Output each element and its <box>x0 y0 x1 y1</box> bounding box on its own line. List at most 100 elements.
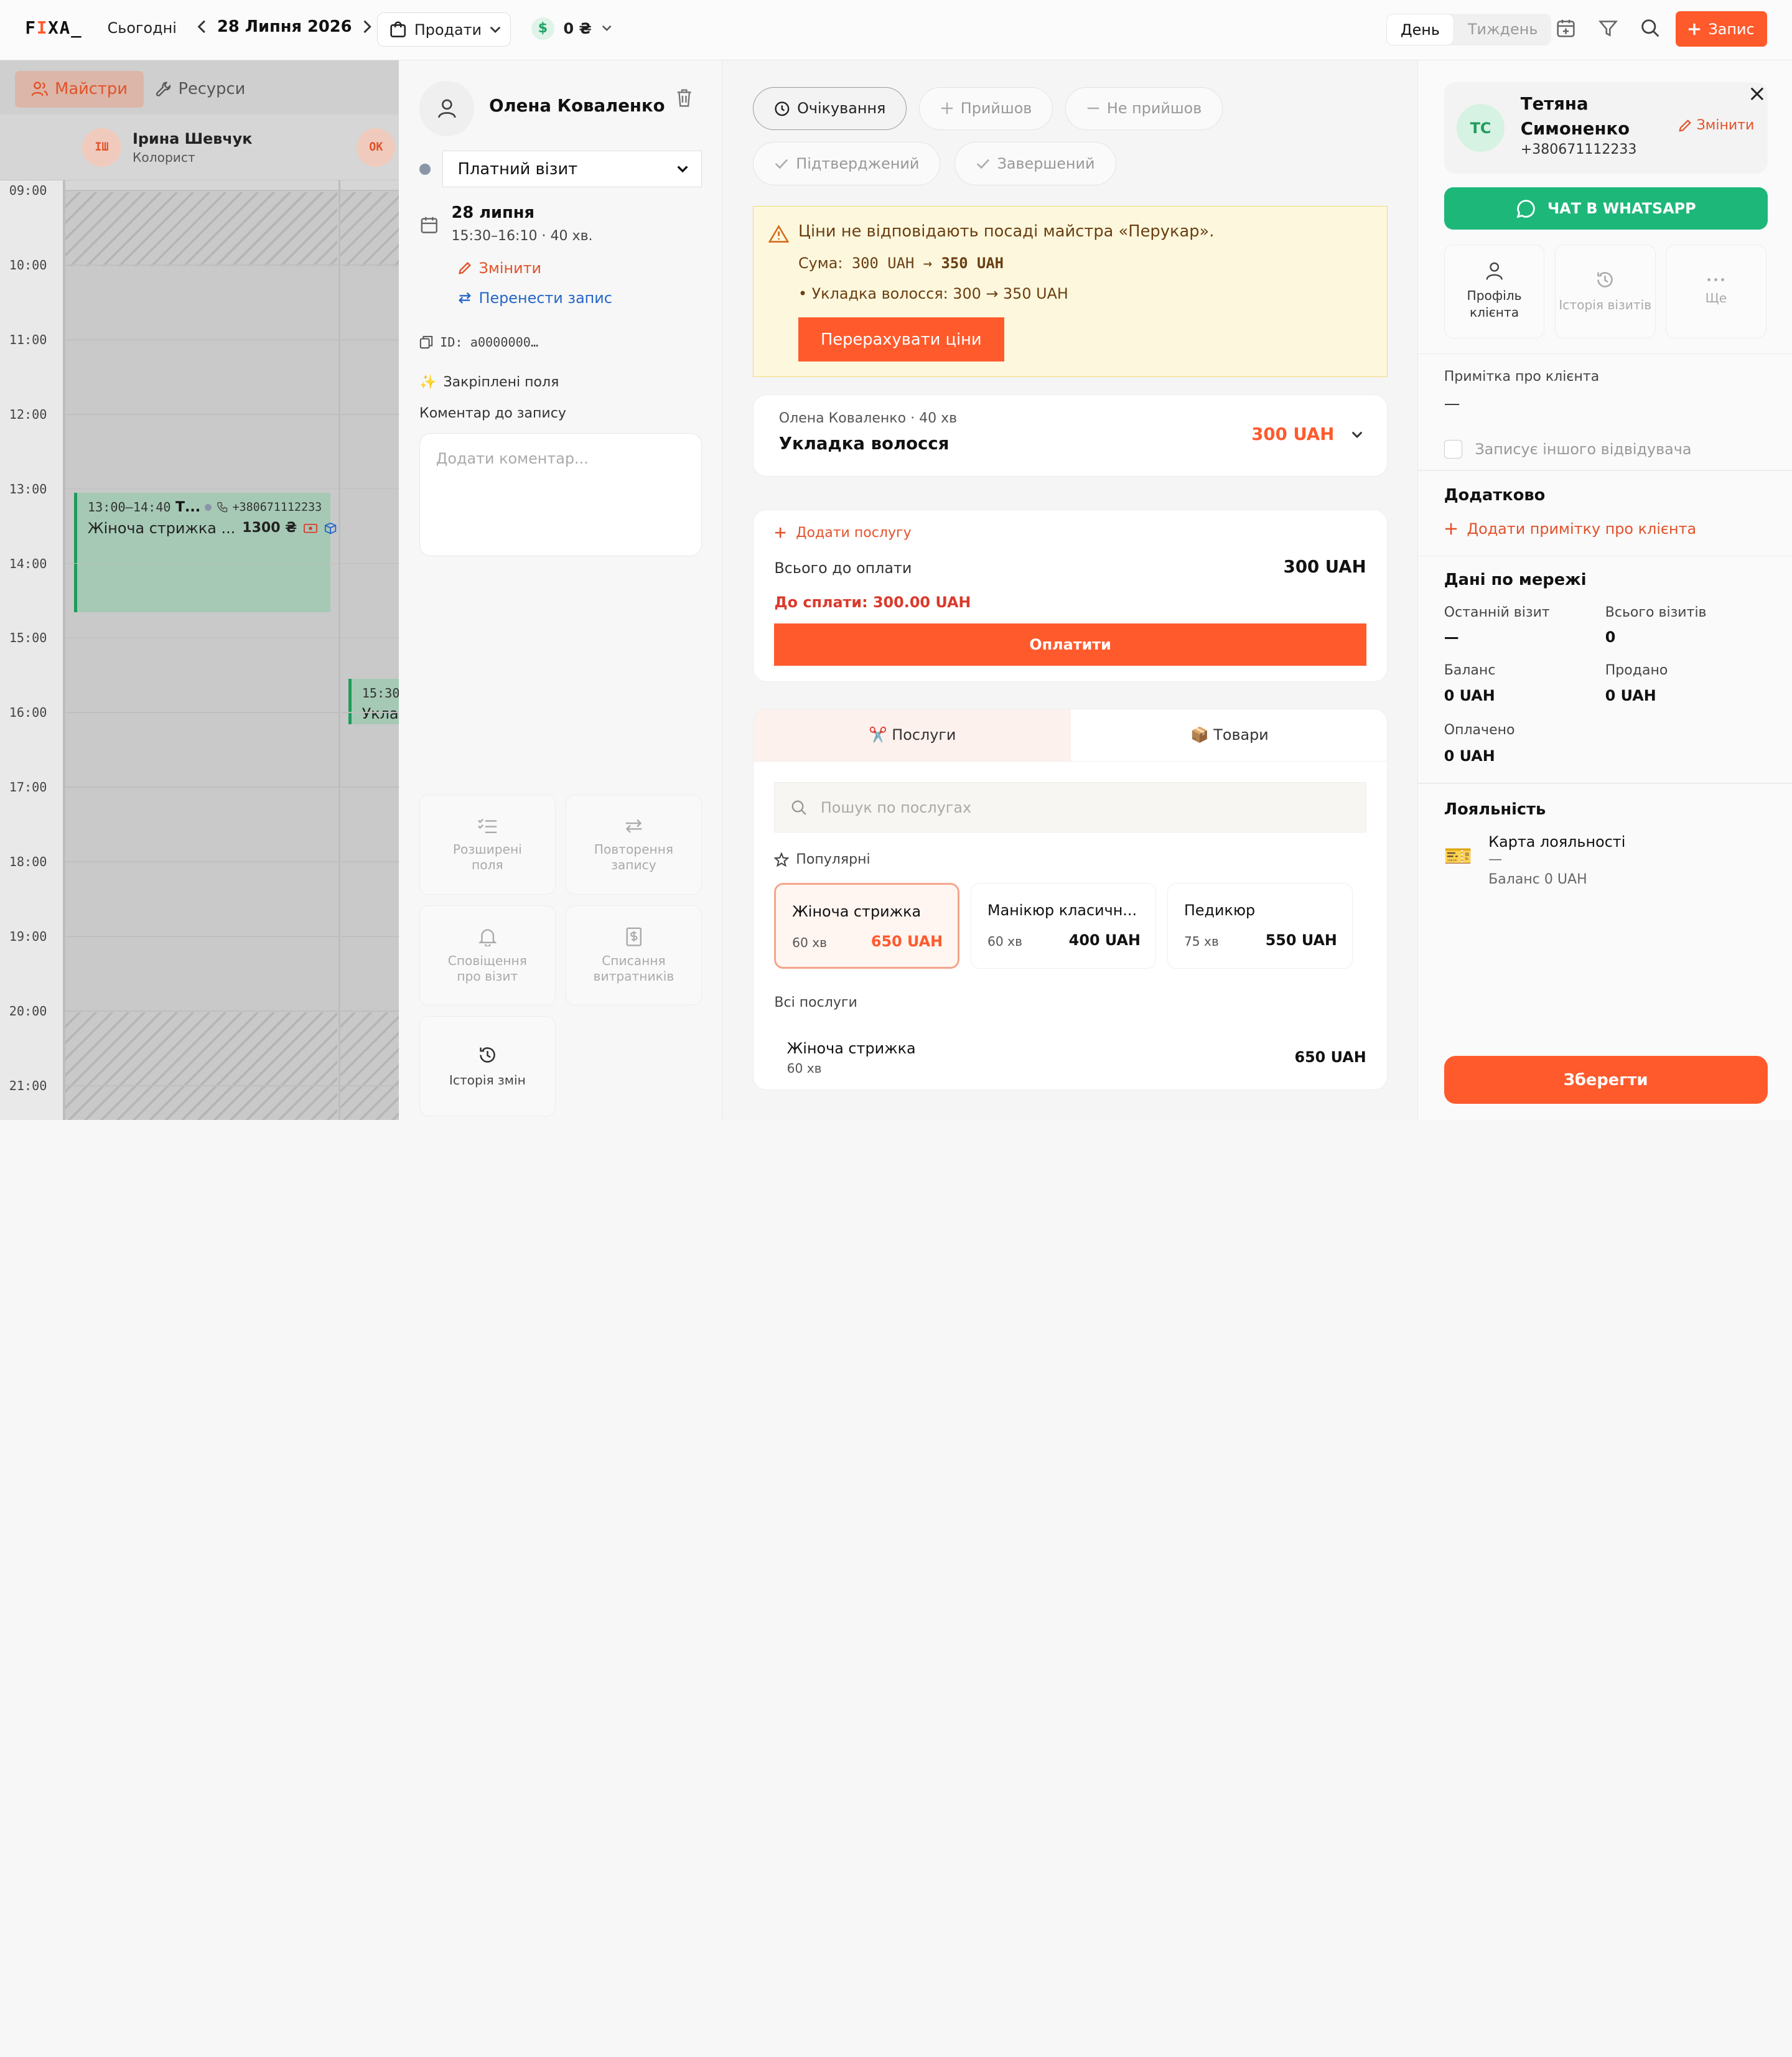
sum-arrow: → <box>923 254 933 272</box>
whatsapp-chat-button[interactable]: ЧАТ В WHATSAPP <box>1444 187 1768 230</box>
search-icon[interactable] <box>1640 18 1661 39</box>
popular-service-card[interactable]: Жіноча стрижка 60 хв 650 UAH <box>774 882 959 969</box>
tile-label: Історія візитів <box>1559 297 1652 312</box>
loyalty-balance: Баланс 0 UAH <box>1488 872 1587 888</box>
visit-client-name[interactable]: Олена Коваленко <box>489 96 665 116</box>
master-column-header[interactable]: ОК <box>357 114 396 181</box>
appointment-block-selected[interactable]: 15:30 Уклад <box>348 678 399 725</box>
edit-visit-link[interactable]: Змінити <box>457 259 541 277</box>
tab-services[interactable]: ✂️ Послуги <box>754 709 1071 762</box>
view-day-tab[interactable]: День <box>1386 14 1454 46</box>
status-completed[interactable]: Завершений <box>954 141 1116 185</box>
master-name: Ірина Шевчук <box>133 130 253 148</box>
status-confirmed[interactable]: Підтверджений <box>753 141 941 185</box>
cash-balance[interactable]: $ 0 ₴ <box>531 17 612 40</box>
chevron-right-icon[interactable] <box>361 19 372 35</box>
tab-goods[interactable]: 📦 Товари <box>1071 709 1387 761</box>
status-dot <box>205 503 212 511</box>
today-button[interactable]: Сьогодні <box>108 19 177 37</box>
visit-date: 28 липня <box>451 203 535 222</box>
sell-label: Продати <box>414 21 482 39</box>
warning-detail: • Укладка волосся: 300 → 350 UAH <box>798 285 1068 303</box>
sell-button[interactable]: Продати <box>377 12 511 47</box>
service-search-input[interactable]: Пошук по послугах <box>774 782 1366 833</box>
non-working-hours <box>340 192 399 266</box>
service-row-name[interactable]: Жіноча стрижка <box>787 1040 916 1057</box>
appointment-block[interactable]: 13:00–14:40 Т... +380671112233 Жіноча ст… <box>74 492 337 613</box>
pay-button[interactable]: Оплатити <box>774 623 1366 666</box>
view-week-tab[interactable]: Тиждень <box>1454 14 1551 45</box>
sum-new: 350 UAH <box>941 254 1004 272</box>
search-icon <box>791 800 807 816</box>
move-visit-link[interactable]: Перенести запис <box>457 289 612 307</box>
status-label: Прийшов <box>960 100 1032 118</box>
status-waiting[interactable]: Очікування <box>753 86 907 131</box>
close-icon[interactable] <box>1749 86 1765 102</box>
hour-line <box>65 861 399 863</box>
service-item[interactable]: Олена Коваленко · 40 хв Укладка волосся … <box>753 394 1388 477</box>
popular-service-card[interactable]: Манікюр класичн... 60 хв 400 UAH <box>971 882 1156 969</box>
notifications-tile[interactable]: Сповіщення про візит <box>419 905 556 1006</box>
repeat-visit-tile[interactable]: Повторення запису <box>566 794 702 895</box>
change-client-link[interactable]: Змінити <box>1678 118 1754 133</box>
tile-label: Сповіщення про візит <box>447 953 527 984</box>
tab-resources[interactable]: Ресурси <box>139 71 261 108</box>
balance-value: 0 UAH <box>1444 686 1495 704</box>
status-no-show[interactable]: Не прийшов <box>1065 86 1223 131</box>
popular-service-duration: 75 хв <box>1183 933 1219 949</box>
popular-service-card[interactable]: Педикюр 75 хв 550 UAH <box>1167 882 1353 969</box>
time-column <box>0 180 63 1120</box>
current-date[interactable]: 28 Липня 2026 <box>217 17 352 36</box>
note-value[interactable]: — <box>1444 394 1460 413</box>
extended-fields-tile[interactable]: Розширені поля <box>419 794 556 895</box>
change-client-label: Змінити <box>1696 118 1755 134</box>
view-switcher: День Тиждень <box>1386 14 1552 46</box>
appointment-price: 1300 ₴ <box>242 520 297 536</box>
schedule-grid[interactable] <box>65 189 399 1120</box>
visit-id[interactable]: ID: a0000000… <box>419 335 538 350</box>
trash-icon[interactable] <box>675 88 693 108</box>
other-visitor-checkbox[interactable]: Записує іншого відвідувача <box>1444 440 1692 459</box>
plus-icon <box>1687 22 1701 36</box>
calendar-add-icon[interactable] <box>1556 18 1576 39</box>
status-arrived[interactable]: Прийшов <box>918 86 1053 131</box>
visit-history-tile[interactable]: Історія візитів <box>1554 245 1656 338</box>
add-client-note-link[interactable]: Додати примітку про клієнта <box>1444 520 1696 538</box>
client-profile-tile[interactable]: Профіль клієнта <box>1444 245 1545 338</box>
history-tile[interactable]: Історія змін <box>419 1015 556 1117</box>
client-phone[interactable]: +380671112233 <box>1521 142 1637 157</box>
check-icon <box>774 157 789 170</box>
hour-line <box>65 786 399 788</box>
more-tile[interactable]: Ще <box>1666 245 1766 338</box>
consumables-tile[interactable]: Списання витратників <box>566 905 702 1006</box>
box-icon <box>324 522 337 534</box>
filter-icon[interactable] <box>1598 18 1618 39</box>
hour-line <box>65 712 399 714</box>
plus-icon <box>774 526 786 539</box>
user-icon <box>436 97 459 120</box>
chevron-down-icon[interactable] <box>1350 430 1364 439</box>
service-row-duration: 60 хв <box>786 1061 822 1076</box>
status-label: Очікування <box>797 100 886 118</box>
chevron-left-icon[interactable] <box>197 19 208 35</box>
add-service-link[interactable]: Додати послугу <box>774 525 912 541</box>
logo[interactable]: FIXA_ <box>25 18 82 38</box>
users-icon <box>31 81 49 97</box>
new-record-button[interactable]: Запис <box>1675 11 1767 47</box>
warning-icon <box>768 225 790 243</box>
visit-type-select[interactable]: Платний візит <box>442 151 702 188</box>
save-button[interactable]: Зберегти <box>1444 1056 1768 1104</box>
star-icon <box>774 852 790 867</box>
comment-input[interactable]: Додати коментар... <box>419 433 702 557</box>
client-avatar: ТС <box>1456 104 1505 152</box>
hour-line <box>65 1085 399 1086</box>
pinned-fields[interactable]: ✨ Закріплені поля <box>419 375 559 390</box>
chevron-down-icon <box>488 25 502 34</box>
recalculate-prices-button[interactable]: Перерахувати ціни <box>798 317 1004 362</box>
status-label: Не прийшов <box>1106 100 1202 118</box>
tab-masters[interactable]: Майстри <box>14 70 144 108</box>
checkbox-box[interactable] <box>1444 440 1463 459</box>
loyalty-card[interactable]: 🎫 Карта лояльності — Баланс 0 UAH <box>1444 833 1626 887</box>
time-label: 14:00 <box>9 556 47 571</box>
master-column-header[interactable]: ІШ Ірина Шевчук Колорист <box>82 114 252 181</box>
